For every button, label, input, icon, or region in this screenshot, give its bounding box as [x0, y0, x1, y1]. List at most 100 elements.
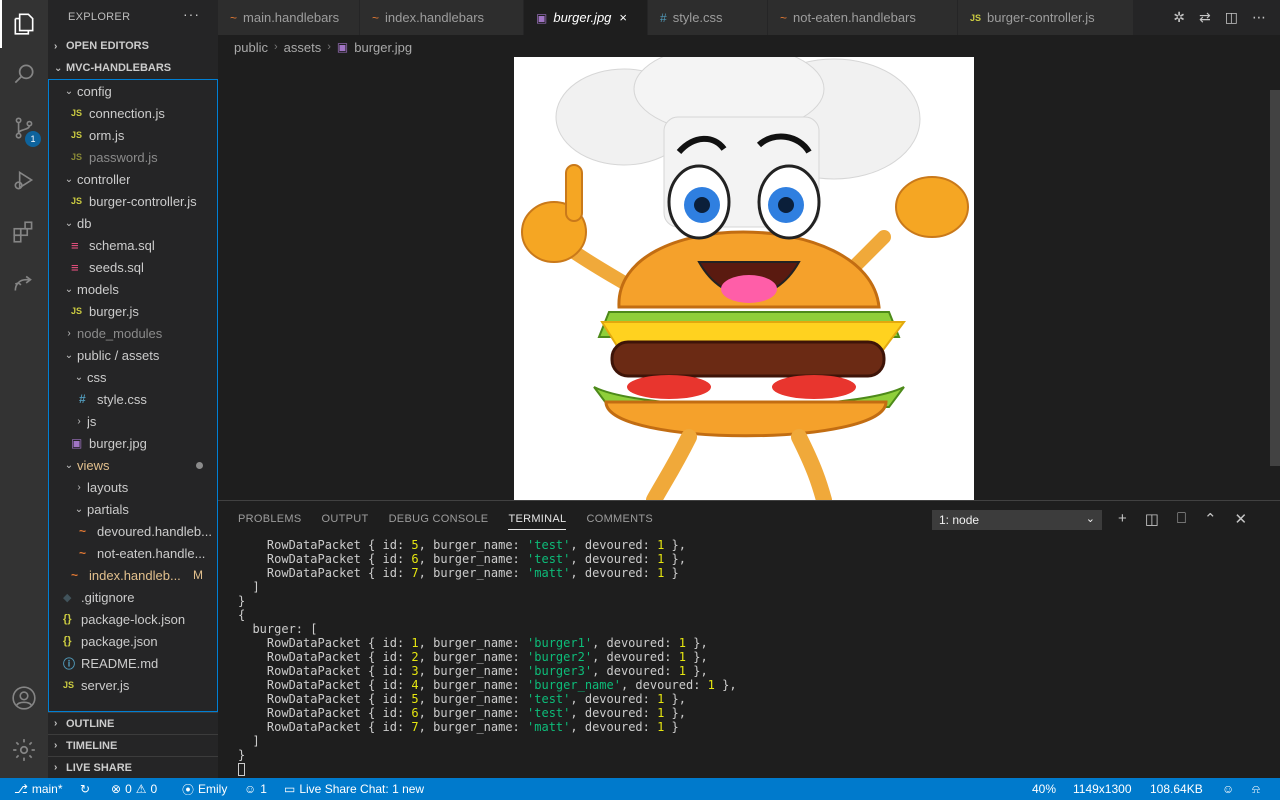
tree-folder-controller[interactable]: ⌄ controller	[49, 168, 217, 190]
tab-burger-jpg[interactable]: ▣ burger.jpg ×	[524, 0, 648, 35]
tree-file-burger-jpg[interactable]: ▣ burger.jpg	[49, 432, 217, 454]
tree-folder-node-modules[interactable]: › node_modules	[49, 322, 217, 344]
js-file-icon: JS	[71, 196, 83, 206]
tree-file-not-eaten-handlebars[interactable]: ~ not-eaten.handle...	[49, 542, 217, 564]
tree-file-connection-js[interactable]: JS connection.js	[49, 102, 217, 124]
run-debug-icon[interactable]	[0, 156, 48, 204]
chevron-down-icon: ⌄	[54, 62, 63, 74]
tab-terminal[interactable]: TERMINAL	[508, 513, 567, 530]
tree-file-index-handlebars[interactable]: ~ index.handleb... M	[49, 564, 217, 586]
tab-main-handlebars[interactable]: ~ main.handlebars	[218, 0, 360, 35]
warning-icon: ⚠	[135, 782, 147, 796]
tree-file-burger-controller-js[interactable]: JS burger-controller.js	[49, 190, 217, 212]
tree-file-readme-md[interactable]: ⓘ README.md	[49, 652, 217, 674]
vscode-window: 1 EXPLORER ··· › OPEN EDITORS ⌄ MVC-HAND…	[0, 0, 1280, 800]
error-icon: ⊗	[111, 782, 122, 796]
tree-file-devoured-handlebars[interactable]: ~ devoured.handleb...	[49, 520, 217, 542]
pin-icon[interactable]: ✲	[1173, 9, 1185, 26]
tree-file-package-json[interactable]: {} package.json	[49, 630, 217, 652]
tab-style-css[interactable]: # style.css	[648, 0, 768, 35]
compare-icon[interactable]: ⇄	[1199, 9, 1211, 26]
trash-icon[interactable]: ⎕	[1177, 510, 1186, 528]
chat-icon: ▭	[284, 782, 296, 796]
terminal-output[interactable]: RowDataPacket { id: 5, burger_name: 'tes…	[238, 538, 737, 776]
branch-indicator[interactable]: ⎇ main*	[14, 778, 63, 800]
tree-file-password-js[interactable]: JS password.js	[49, 146, 217, 168]
tree-file-orm-js[interactable]: JS orm.js	[49, 124, 217, 146]
account-icon[interactable]	[0, 674, 48, 722]
live-share-user[interactable]: ⦿ Emily	[182, 778, 227, 800]
breadcrumb-assets[interactable]: assets	[284, 40, 322, 55]
handlebars-icon: ~	[79, 546, 87, 560]
breadcrumb-public[interactable]: public	[234, 40, 268, 55]
image-preview	[514, 57, 974, 500]
extensions-icon[interactable]	[0, 208, 48, 256]
add-terminal-icon[interactable]: +	[1118, 510, 1127, 528]
tree-folder-views[interactable]: ⌄ views	[49, 454, 217, 476]
source-control-icon[interactable]: 1	[0, 104, 48, 152]
modified-flag: M	[193, 568, 203, 582]
tab-output[interactable]: OUTPUT	[322, 513, 369, 530]
tree-folder-config[interactable]: ⌄ config	[49, 80, 217, 102]
live-share-icon[interactable]	[0, 260, 48, 308]
search-icon[interactable]	[0, 50, 48, 98]
problems-indicator[interactable]: ⊗ 0 ⚠ 0	[111, 778, 157, 800]
chevron-right-icon: ›	[67, 327, 71, 339]
chevron-down-icon: ⌄	[64, 217, 74, 229]
share-count[interactable]: ☺ 1	[244, 778, 267, 800]
tree-file-burger-js[interactable]: JS burger.js	[49, 300, 217, 322]
tab-not-eaten-handlebars[interactable]: ~ not-eaten.handlebars	[768, 0, 958, 35]
tree-folder-db[interactable]: ⌄ db	[49, 212, 217, 234]
more-actions-icon[interactable]: ···	[183, 6, 200, 22]
tab-comments[interactable]: COMMENTS	[586, 513, 653, 530]
feedback-icon[interactable]: ☺	[1222, 778, 1234, 800]
timeline-section[interactable]: › TIMELINE	[48, 734, 218, 756]
terminal-select[interactable]: 1: node ⌄	[932, 510, 1102, 530]
tab-problems[interactable]: PROBLEMS	[238, 513, 302, 530]
tree-folder-models[interactable]: ⌄ models	[49, 278, 217, 300]
tree-file-seeds-sql[interactable]: ≡ seeds.sql	[49, 256, 217, 278]
handlebars-icon: ~	[230, 10, 238, 25]
tree-file-schema-sql[interactable]: ≡ schema.sql	[49, 234, 217, 256]
git-branch-icon: ⎇	[14, 782, 28, 796]
tree-file-package-lock-json[interactable]: {} package-lock.json	[49, 608, 217, 630]
tab-burger-controller-js[interactable]: JS burger-controller.js	[958, 0, 1134, 35]
handlebars-icon: ~	[79, 524, 87, 538]
outline-section[interactable]: › OUTLINE	[48, 712, 218, 734]
panel-actions: + ◫ ⎕ ⌃ ✕	[1118, 510, 1247, 528]
tab-debug-console[interactable]: DEBUG CONSOLE	[389, 513, 489, 530]
more-actions-icon[interactable]: ⋯	[1252, 9, 1266, 26]
tree-folder-css[interactable]: ⌄ css	[49, 366, 217, 388]
split-terminal-icon[interactable]: ◫	[1145, 510, 1159, 528]
zoom-level[interactable]: 40%	[1032, 778, 1056, 800]
close-tab-icon[interactable]: ×	[619, 10, 627, 25]
maximize-panel-icon[interactable]: ⌃	[1204, 510, 1217, 528]
explorer-icon[interactable]	[0, 0, 48, 48]
explorer-sidebar: EXPLORER ··· › OPEN EDITORS ⌄ MVC-HANDLE…	[48, 0, 218, 778]
terminal-cursor	[238, 763, 245, 776]
tree-file-server-js[interactable]: JS server.js	[49, 674, 217, 696]
split-editor-icon[interactable]: ◫	[1225, 9, 1238, 26]
close-panel-icon[interactable]: ✕	[1235, 510, 1248, 528]
chevron-right-icon: ›	[54, 40, 58, 52]
sync-icon[interactable]: ↻	[80, 778, 90, 800]
tree-file-style-css[interactable]: # style.css	[49, 388, 217, 410]
tree-folder-public-assets[interactable]: ⌄ public / assets	[49, 344, 217, 366]
tree-folder-partials[interactable]: ⌄ partials	[49, 498, 217, 520]
tree-folder-layouts[interactable]: › layouts	[49, 476, 217, 498]
live-share-chat[interactable]: ▭ Live Share Chat: 1 new	[284, 778, 424, 800]
editor-scrollbar[interactable]	[1270, 90, 1280, 466]
tree-file-gitignore[interactable]: ◆ .gitignore	[49, 586, 217, 608]
settings-gear-icon[interactable]	[0, 726, 48, 774]
project-section[interactable]: ⌄ MVC-HANDLEBARS	[48, 57, 218, 79]
tree-folder-js[interactable]: › js	[49, 410, 217, 432]
live-share-section[interactable]: › LIVE SHARE	[48, 756, 218, 778]
image-file-icon: ▣	[336, 40, 349, 54]
json-icon: {}	[63, 635, 72, 647]
breadcrumb-burger-jpg[interactable]: burger.jpg	[354, 40, 412, 55]
notifications-bell-icon[interactable]: ⍾	[1252, 778, 1260, 800]
open-editors-section[interactable]: › OPEN EDITORS	[48, 35, 218, 57]
tab-index-handlebars[interactable]: ~ index.handlebars	[360, 0, 524, 35]
image-dimensions: 1149x1300	[1073, 782, 1132, 796]
js-file-icon: JS	[970, 12, 982, 23]
